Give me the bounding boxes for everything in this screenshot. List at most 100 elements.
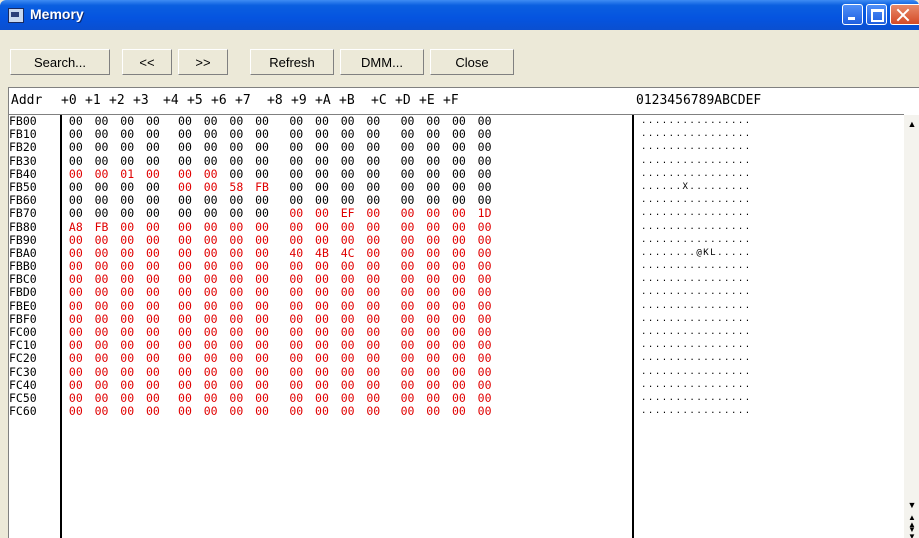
byte-cell[interactable]: 00 [69, 154, 83, 168]
byte-cell[interactable]: 00 [95, 115, 109, 128]
byte-cell[interactable]: 00 [178, 180, 192, 194]
byte-cell[interactable]: 00 [426, 220, 440, 234]
byte-cell[interactable]: 00 [366, 207, 380, 220]
byte-cell[interactable]: 00 [478, 405, 492, 418]
byte-cell[interactable]: 00 [366, 260, 380, 273]
byte-cell[interactable]: 00 [146, 312, 160, 326]
byte-cell[interactable]: 00 [426, 128, 440, 141]
byte-cell[interactable]: 00 [204, 326, 218, 339]
byte-cell[interactable]: 00 [255, 220, 269, 234]
byte-cell[interactable]: 00 [204, 260, 218, 273]
byte-cell[interactable]: 00 [478, 194, 492, 207]
byte-cell[interactable]: 00 [95, 326, 109, 339]
byte-cell[interactable]: 00 [229, 167, 243, 181]
byte-cell[interactable]: 00 [366, 128, 380, 141]
byte-cell[interactable]: 00 [120, 365, 134, 379]
byte-cell[interactable]: 00 [315, 167, 329, 181]
byte-cell[interactable]: 00 [315, 299, 329, 313]
byte-cell[interactable]: 00 [289, 352, 303, 365]
byte-cell[interactable]: 00 [255, 128, 269, 141]
byte-cell[interactable]: 00 [289, 233, 303, 247]
byte-cell[interactable]: 00 [178, 115, 192, 128]
byte-cell[interactable]: 00 [452, 194, 466, 207]
byte-cell[interactable]: 00 [146, 246, 160, 260]
dmm-button[interactable]: DMM... [340, 49, 424, 75]
byte-cell[interactable]: 00 [178, 233, 192, 247]
byte-cell[interactable]: 00 [95, 154, 109, 168]
byte-cell[interactable]: 00 [178, 299, 192, 313]
byte-cell[interactable]: 00 [366, 246, 380, 260]
byte-cell[interactable]: 00 [366, 154, 380, 168]
byte-cell[interactable]: 00 [426, 180, 440, 194]
byte-cell[interactable]: 00 [426, 154, 440, 168]
byte-cell[interactable]: 00 [341, 154, 355, 168]
byte-cell[interactable]: 00 [229, 299, 243, 313]
byte-cell[interactable]: 00 [69, 207, 83, 220]
byte-cell[interactable]: 00 [315, 207, 329, 220]
byte-cell[interactable]: 00 [69, 312, 83, 326]
byte-cell[interactable]: 00 [95, 352, 109, 365]
byte-cell[interactable]: 00 [289, 167, 303, 181]
byte-cell[interactable]: 00 [69, 391, 83, 405]
byte-cell[interactable]: 00 [255, 391, 269, 405]
title-bar[interactable]: Memory [0, 0, 919, 30]
byte-cell[interactable]: 00 [120, 115, 134, 128]
byte-cell[interactable]: 00 [204, 352, 218, 365]
byte-cell[interactable]: 00 [204, 233, 218, 247]
byte-cell[interactable]: 00 [146, 299, 160, 313]
byte-cell[interactable]: 00 [178, 141, 192, 154]
byte-cell[interactable]: 00 [69, 246, 83, 260]
byte-cell[interactable]: 00 [146, 207, 160, 220]
byte-cell[interactable]: 00 [229, 141, 243, 154]
byte-cell[interactable]: 00 [426, 115, 440, 128]
byte-cell[interactable]: 00 [401, 260, 415, 273]
byte-cell[interactable]: 00 [366, 115, 380, 128]
byte-cell[interactable]: 00 [289, 207, 303, 220]
byte-cell[interactable]: 00 [69, 115, 83, 128]
byte-cell[interactable]: 00 [341, 312, 355, 326]
byte-cell[interactable]: 00 [401, 220, 415, 234]
byte-cell[interactable]: 00 [69, 405, 83, 418]
byte-cell[interactable]: 00 [255, 167, 269, 181]
byte-cell[interactable]: 00 [69, 273, 83, 286]
byte-cell[interactable]: 00 [95, 286, 109, 299]
byte-cell[interactable]: 00 [401, 167, 415, 181]
byte-cell[interactable]: 00 [120, 154, 134, 168]
byte-cell[interactable]: 00 [289, 141, 303, 154]
byte-cell[interactable]: 00 [120, 326, 134, 339]
byte-cell[interactable]: 00 [229, 194, 243, 207]
byte-cell[interactable]: 01 [120, 167, 134, 181]
byte-cell[interactable]: 00 [289, 339, 303, 352]
byte-cell[interactable]: 00 [69, 339, 83, 352]
byte-cell[interactable]: 00 [120, 378, 134, 392]
byte-cell[interactable]: 00 [120, 273, 134, 286]
byte-cell[interactable]: 00 [426, 194, 440, 207]
byte-cell[interactable]: 00 [401, 286, 415, 299]
byte-cell[interactable]: 00 [146, 141, 160, 154]
byte-cell[interactable]: 00 [204, 141, 218, 154]
byte-cell[interactable]: 00 [366, 233, 380, 247]
byte-cell[interactable]: 00 [401, 312, 415, 326]
byte-cell[interactable]: FB [95, 220, 109, 234]
byte-cell[interactable]: 00 [478, 286, 492, 299]
byte-cell[interactable]: 00 [229, 339, 243, 352]
byte-cell[interactable]: 00 [401, 115, 415, 128]
byte-cell[interactable]: 00 [95, 194, 109, 207]
byte-cell[interactable]: 00 [69, 299, 83, 313]
byte-cell[interactable]: 00 [229, 128, 243, 141]
byte-cell[interactable]: 00 [341, 405, 355, 418]
byte-cell[interactable]: 00 [229, 220, 243, 234]
byte-cell[interactable]: 00 [120, 141, 134, 154]
byte-cell[interactable]: 00 [255, 378, 269, 392]
byte-cell[interactable]: 00 [478, 141, 492, 154]
byte-cell[interactable]: 00 [401, 246, 415, 260]
byte-cell[interactable]: 00 [229, 312, 243, 326]
byte-cell[interactable]: 00 [95, 128, 109, 141]
byte-cell[interactable]: 00 [255, 246, 269, 260]
byte-cell[interactable]: 00 [146, 194, 160, 207]
byte-cell[interactable]: 00 [478, 339, 492, 352]
byte-cell[interactable]: 00 [255, 286, 269, 299]
byte-cell[interactable]: 00 [426, 326, 440, 339]
byte-cell[interactable]: 00 [69, 286, 83, 299]
byte-cell[interactable]: 00 [95, 207, 109, 220]
